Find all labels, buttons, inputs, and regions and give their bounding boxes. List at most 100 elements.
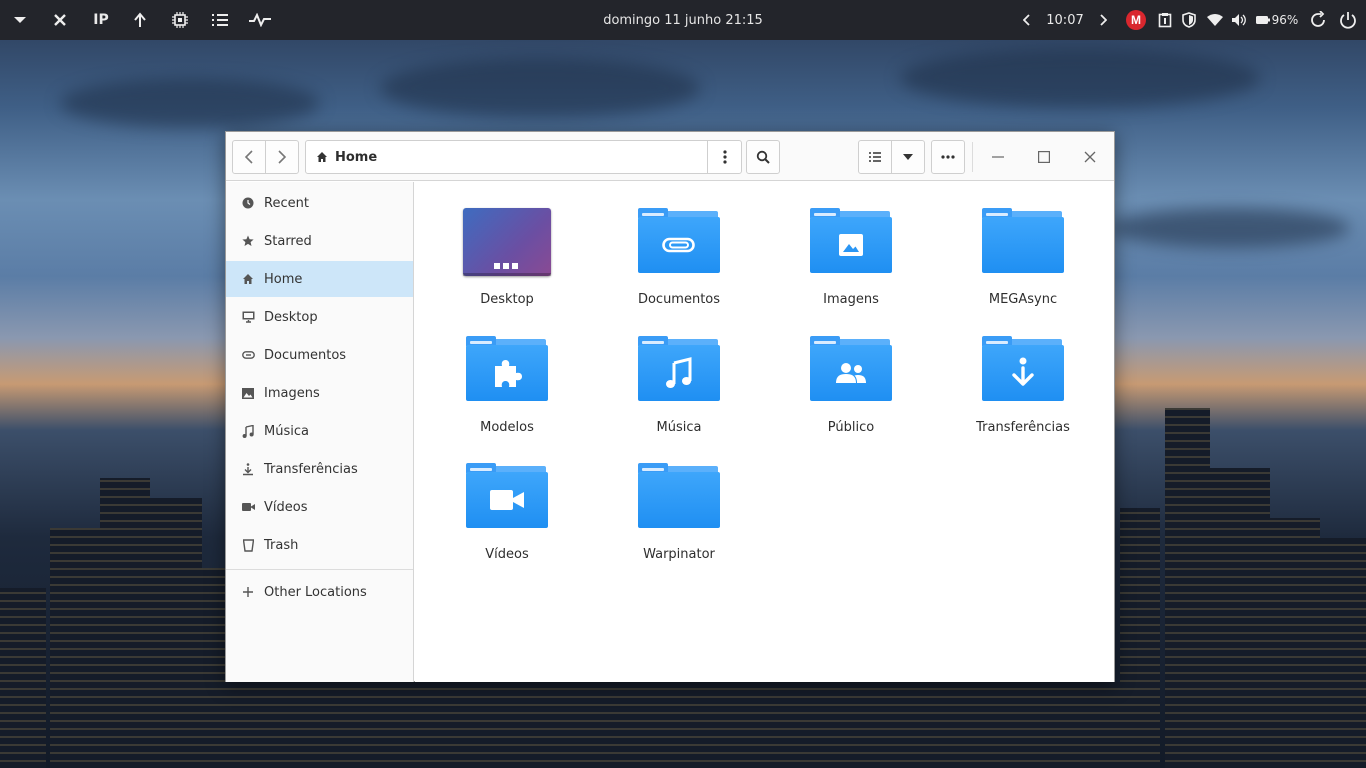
menu-arrow-icon[interactable] (8, 0, 32, 40)
file-label: Desktop (480, 292, 534, 307)
sidebar-item-imagens[interactable]: Imagens (226, 375, 413, 411)
file-item-megasync[interactable]: MEGAsync (948, 182, 1098, 307)
sidebar-item-label: Transferências (264, 461, 358, 477)
mega-icon[interactable]: M (1124, 0, 1148, 40)
file-label: Imagens (823, 292, 879, 307)
paperclip-icon (241, 350, 255, 360)
clock-icon (241, 197, 255, 209)
sidebar-item-desktop[interactable]: Desktop (226, 299, 413, 335)
file-item-desktop[interactable]: Desktop (432, 182, 582, 307)
file-item-musica[interactable]: Música (604, 310, 754, 435)
desktop-icon (463, 208, 551, 276)
panel-clock[interactable]: domingo 11 junho 21:15 (560, 0, 806, 40)
sidebar-item-transferencias[interactable]: Transferências (226, 451, 413, 487)
close-icon (1084, 151, 1096, 163)
file-label: Warpinator (643, 547, 715, 562)
clipboard-icon[interactable] (1154, 0, 1176, 40)
vertical-dots-icon (722, 150, 727, 164)
image-folder-icon (810, 208, 892, 274)
video-folder-icon (466, 463, 548, 529)
download-icon (241, 462, 255, 476)
file-label: Modelos (480, 420, 534, 435)
secondary-time[interactable]: 10:07 (1040, 0, 1090, 40)
minimize-button[interactable] (978, 140, 1018, 174)
upload-icon[interactable] (128, 0, 152, 40)
folder-icon (982, 208, 1064, 274)
back-button[interactable] (232, 140, 266, 174)
sidebar-item-documentos[interactable]: Documentos (226, 337, 413, 373)
maximize-icon (1038, 151, 1050, 163)
list-view-button[interactable] (858, 140, 892, 174)
puzzle-folder-icon (466, 336, 548, 402)
battery-percent: 96% (1271, 13, 1299, 27)
sidebar-item-home[interactable]: Home (226, 261, 413, 297)
pulse-icon[interactable] (246, 0, 274, 40)
close-button[interactable] (1070, 140, 1110, 174)
music-folder-icon (638, 336, 720, 402)
file-item-warpinator[interactable]: Warpinator (604, 437, 754, 562)
maximize-button[interactable] (1024, 140, 1064, 174)
list-icon[interactable] (208, 0, 232, 40)
sidebar-item-musica[interactable]: Música (226, 413, 413, 449)
battery-indicator[interactable]: 96% (1254, 0, 1300, 40)
file-item-videos[interactable]: Vídeos (432, 437, 582, 562)
plus-icon (241, 586, 255, 598)
path-bar[interactable]: Home (305, 140, 742, 174)
sidebar-item-other-locations[interactable]: Other Locations (226, 574, 413, 610)
file-grid: Desktop Documentos Imagens MEGAsync Mode… (415, 182, 1114, 682)
paperclip-folder-icon (638, 208, 720, 274)
chevron-right-icon (278, 150, 287, 164)
sidebar-item-label: Imagens (264, 385, 320, 401)
sidebar-item-label: Home (264, 271, 303, 287)
sidebar-item-trash[interactable]: Trash (226, 527, 413, 563)
sidebar-item-videos[interactable]: Vídeos (226, 489, 413, 525)
cpu-icon[interactable] (168, 0, 192, 40)
path-menu-button[interactable] (707, 141, 741, 173)
battery-icon (1255, 16, 1270, 24)
sidebar-item-recent[interactable]: Recent (226, 185, 413, 221)
chevron-down-icon (903, 154, 913, 160)
folder-icon (638, 463, 720, 529)
list-view-icon (869, 152, 881, 162)
file-label: Público (827, 420, 875, 435)
sidebar-item-label: Documentos (264, 347, 347, 363)
download-folder-icon (982, 336, 1064, 402)
sidebar-item-label: Trash (264, 537, 299, 553)
top-panel: IP domingo 11 junho 21:15 10:07 M 96% (0, 0, 1366, 40)
file-item-publico[interactable]: Público (776, 310, 926, 435)
sidebar-item-label: Starred (264, 233, 312, 249)
chevron-right-icon[interactable] (1094, 0, 1112, 40)
star-icon (241, 235, 255, 247)
sidebar: Recent Starred Home Desktop Documentos I… (226, 182, 414, 682)
more-dots-icon (941, 155, 955, 159)
monitor-icon (241, 311, 255, 323)
volume-icon[interactable] (1228, 0, 1250, 40)
file-label: Documentos (637, 292, 721, 307)
file-item-documentos[interactable]: Documentos (604, 182, 754, 307)
view-options-button[interactable] (891, 140, 925, 174)
search-button[interactable] (746, 140, 780, 174)
image-icon (241, 387, 255, 399)
chevron-left-icon[interactable] (1018, 0, 1036, 40)
file-item-imagens[interactable]: Imagens (776, 182, 926, 307)
power-icon[interactable] (1336, 0, 1360, 40)
minimize-icon (992, 156, 1004, 158)
wifi-icon[interactable] (1204, 0, 1226, 40)
more-menu-button[interactable] (931, 140, 965, 174)
file-item-modelos[interactable]: Modelos (432, 310, 582, 435)
close-icon[interactable] (48, 0, 72, 40)
forward-button[interactable] (265, 140, 299, 174)
file-item-transferencias[interactable]: Transferências (948, 310, 1098, 435)
refresh-icon[interactable] (1306, 0, 1330, 40)
music-icon (241, 424, 255, 438)
ip-indicator[interactable]: IP (86, 0, 116, 40)
shield-icon[interactable] (1178, 0, 1200, 40)
sidebar-item-label: Other Locations (264, 584, 367, 600)
file-label: MEGAsync (988, 292, 1058, 307)
sidebar-item-label: Música (264, 423, 309, 439)
file-label: Transferências (976, 420, 1070, 435)
header-separator (972, 142, 973, 172)
path-label[interactable]: Home (335, 150, 377, 165)
sidebar-item-starred[interactable]: Starred (226, 223, 413, 259)
sidebar-divider (226, 569, 413, 570)
